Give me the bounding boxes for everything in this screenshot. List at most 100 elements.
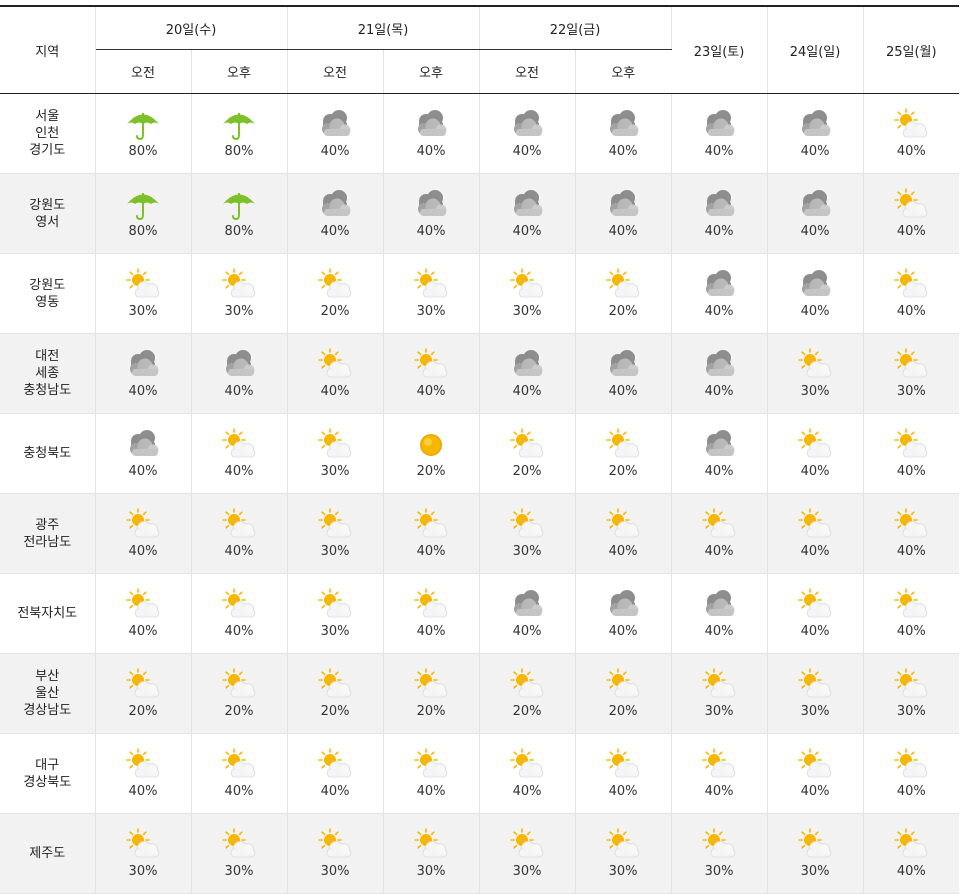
table-row: 강원도 영동 30% 30% 20% 30% 30% 20% 40% 40% 4… xyxy=(0,253,960,334)
region-name: 제주도 xyxy=(29,846,66,861)
precipitation-probability: 40% xyxy=(608,144,638,159)
precipitation-probability: 40% xyxy=(800,544,830,559)
partly-cloudy-icon xyxy=(507,668,547,702)
precipitation-probability: 30% xyxy=(704,864,734,879)
day-header-24: 24일(일) xyxy=(767,6,864,94)
region-cell: 대전 세종 충청남도 xyxy=(0,333,96,414)
precipitation-probability: 40% xyxy=(704,544,734,559)
precipitation-probability: 40% xyxy=(896,544,926,559)
region-cell: 전북자치도 xyxy=(0,573,96,654)
table-row: 충청북도 40% 40% 30% 20% 20% 20% 40% 40% 40% xyxy=(0,413,960,494)
region-cell: 충청북도 xyxy=(0,413,96,494)
precipitation-probability: 40% xyxy=(800,464,830,479)
precipitation-probability: 30% xyxy=(224,864,254,879)
table-row: 서울 인천 경기도 80% 80% 40% 40% 40% 40% 40% 40… xyxy=(0,93,960,174)
precipitation-probability: 40% xyxy=(608,784,638,799)
forecast-cell: 40% xyxy=(479,173,576,254)
header-row-days: 지역 20일(수) 21일(목) 22일(금) 23일(토) 24일(일) 25… xyxy=(0,6,960,94)
partly-cloudy-icon xyxy=(315,668,355,702)
forecast-cell: 40% xyxy=(671,733,768,814)
precipitation-probability: 40% xyxy=(608,624,638,639)
partly-cloudy-icon xyxy=(411,508,451,542)
region-name: 전라남도 xyxy=(23,534,72,550)
forecast-cell: 30% xyxy=(383,253,480,334)
partly-cloudy-icon xyxy=(123,748,163,782)
precipitation-probability: 20% xyxy=(416,464,446,479)
precipitation-probability: 20% xyxy=(608,464,638,479)
region-name: 서울 xyxy=(35,109,60,124)
precipitation-probability: 20% xyxy=(128,704,158,719)
partly-cloudy-icon xyxy=(891,108,931,142)
partly-cloudy-icon xyxy=(315,508,355,542)
precipitation-probability: 40% xyxy=(320,224,350,239)
cloudy-icon xyxy=(315,188,355,222)
forecast-cell: 30% xyxy=(287,493,384,574)
forecast-cell: 40% xyxy=(863,413,960,494)
precipitation-probability: 40% xyxy=(128,784,158,799)
partly-cloudy-icon xyxy=(891,268,931,302)
partly-cloudy-icon xyxy=(411,268,451,302)
umbrella-rain-icon xyxy=(123,108,163,142)
table-row: 전북자치도 40% 40% 30% 40% 40% 40% 40% 40% 40… xyxy=(0,573,960,654)
forecast-cell: 30% xyxy=(863,653,960,734)
region-cell: 광주 전라남도 xyxy=(0,493,96,574)
region-name: 충청북도 xyxy=(23,446,72,461)
partly-cloudy-icon xyxy=(507,828,547,862)
forecast-cell: 40% xyxy=(863,173,960,254)
cloudy-icon xyxy=(699,268,739,302)
forecast-cell: 40% xyxy=(479,733,576,814)
forecast-cell: 40% xyxy=(575,93,672,174)
region-name: 대전 xyxy=(35,349,60,364)
region-column-header: 지역 xyxy=(0,6,96,94)
forecast-cell: 30% xyxy=(767,653,864,734)
forecast-cell: 20% xyxy=(287,253,384,334)
forecast-cell: 40% xyxy=(95,493,192,574)
partly-cloudy-icon xyxy=(411,588,451,622)
precipitation-probability: 30% xyxy=(704,704,734,719)
forecast-cell: 80% xyxy=(95,173,192,254)
precipitation-probability: 40% xyxy=(320,384,350,399)
forecast-cell: 40% xyxy=(479,573,576,654)
precipitation-probability: 30% xyxy=(800,704,830,719)
forecast-cell: 40% xyxy=(191,333,288,414)
precipitation-probability: 40% xyxy=(800,304,830,319)
precipitation-probability: 30% xyxy=(416,864,446,879)
forecast-cell: 40% xyxy=(671,333,768,414)
period-header-am: 오전 xyxy=(479,49,576,94)
partly-cloudy-icon xyxy=(603,268,643,302)
precipitation-probability: 40% xyxy=(320,144,350,159)
region-name: 대구 xyxy=(35,757,60,773)
forecast-cell: 40% xyxy=(383,573,480,654)
forecast-cell: 30% xyxy=(575,813,672,894)
umbrella-rain-icon xyxy=(219,188,259,222)
region-name: 광주 xyxy=(35,517,60,533)
forecast-cell: 80% xyxy=(191,173,288,254)
partly-cloudy-icon xyxy=(891,668,931,702)
partly-cloudy-icon xyxy=(411,668,451,702)
umbrella-rain-icon xyxy=(123,188,163,222)
partly-cloudy-icon xyxy=(315,348,355,382)
forecast-cell: 30% xyxy=(95,253,192,334)
precipitation-probability: 30% xyxy=(128,304,158,319)
day-header-22: 22일(금) xyxy=(479,6,672,50)
region-name: 경상북도 xyxy=(23,774,72,790)
precipitation-probability: 40% xyxy=(896,464,926,479)
table-row: 부산 울산 경상남도 20% 20% 20% 20% 20% 20% 30% 3… xyxy=(0,653,960,734)
precipitation-probability: 30% xyxy=(896,704,926,719)
partly-cloudy-icon xyxy=(795,588,835,622)
period-header-am: 오전 xyxy=(287,49,384,94)
partly-cloudy-icon xyxy=(219,508,259,542)
forecast-cell: 40% xyxy=(575,173,672,254)
precipitation-probability: 30% xyxy=(608,864,638,879)
cloudy-icon xyxy=(699,588,739,622)
precipitation-probability: 80% xyxy=(224,224,254,239)
region-name: 세종 xyxy=(35,366,60,381)
partly-cloudy-icon xyxy=(603,508,643,542)
cloudy-icon xyxy=(603,348,643,382)
forecast-cell: 40% xyxy=(95,333,192,414)
cloudy-icon xyxy=(219,348,259,382)
partly-cloudy-icon xyxy=(411,828,451,862)
cloudy-icon xyxy=(507,188,547,222)
precipitation-probability: 40% xyxy=(320,784,350,799)
precipitation-probability: 40% xyxy=(704,304,734,319)
